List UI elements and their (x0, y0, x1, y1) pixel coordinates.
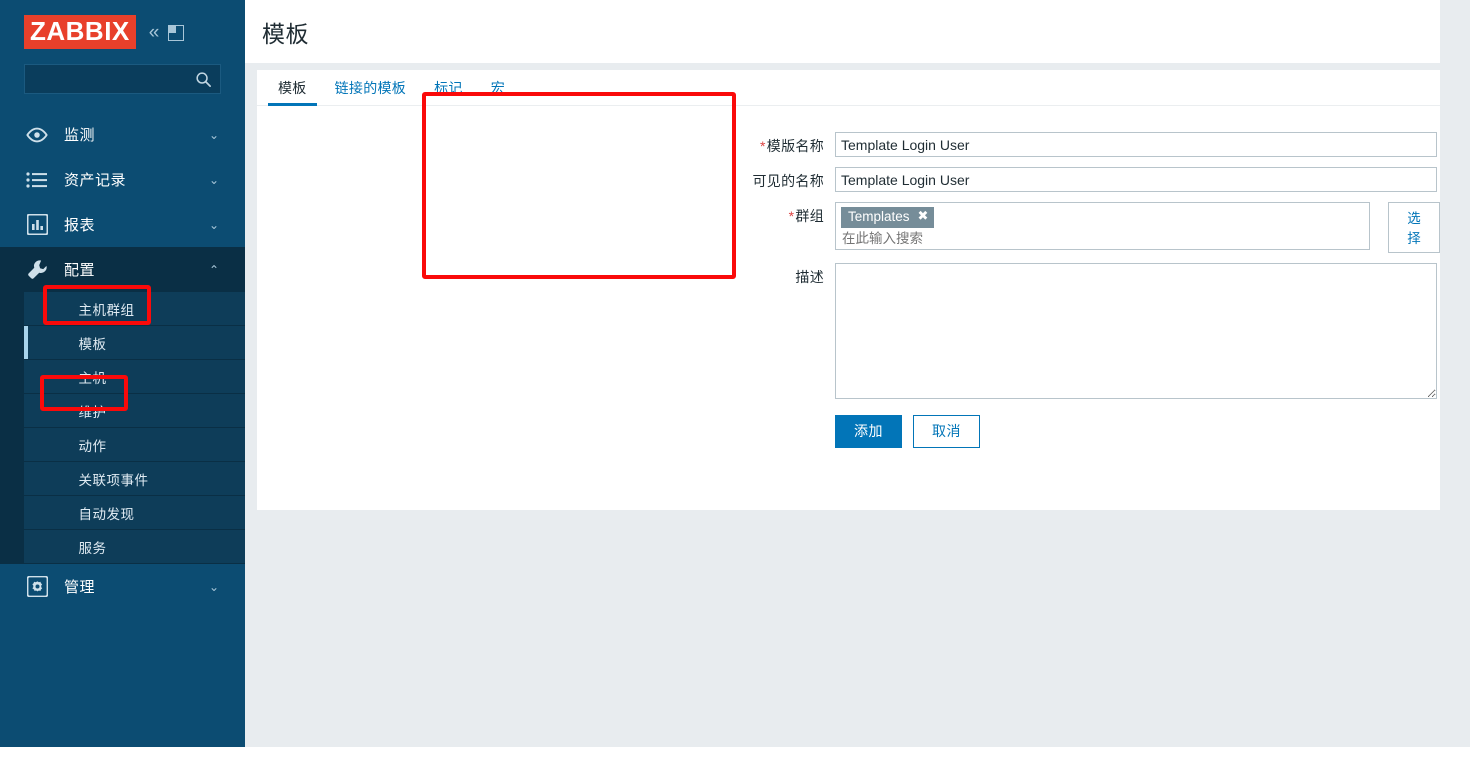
sidebar-subitem-maintenance[interactable]: 维护 (24, 394, 245, 428)
page-header: 模板 (245, 0, 1440, 63)
label-visible-name: 可见的名称 (257, 167, 835, 191)
sidebar-item-label: 配置 (64, 262, 96, 279)
sidebar-subitem-label: 模板 (78, 336, 107, 352)
sidebar-submenu-configuration: 主机群组 模板 主机 维护 动作 关联项事件 自动发现 服务 (0, 292, 245, 564)
required-marker: * (760, 138, 766, 154)
add-button[interactable]: 添加 (835, 415, 902, 448)
expand-panel-icon[interactable] (168, 24, 185, 41)
description-textarea[interactable] (835, 263, 1437, 399)
label-description: 描述 (257, 263, 835, 287)
bar-chart-icon (24, 212, 50, 238)
groups-search-input[interactable] (841, 230, 1365, 246)
zabbix-logo[interactable]: ZABBIX (24, 15, 136, 49)
groups-multiselect[interactable]: Templates ✖ (835, 202, 1371, 250)
sidebar-item-label: 资产记录 (64, 172, 127, 189)
field-row-groups: *群组 Templates ✖ 选择 (257, 202, 1440, 253)
chevron-double-left-icon[interactable]: « (149, 23, 160, 42)
eye-icon (24, 122, 50, 148)
chevron-down-icon: ⌄ (208, 127, 219, 142)
cancel-button[interactable]: 取消 (913, 415, 980, 448)
sidebar-subitem-discovery[interactable]: 自动发现 (24, 496, 245, 530)
close-icon[interactable]: ✖ (918, 208, 929, 224)
tab-tags[interactable]: 标记 (424, 78, 473, 105)
sidebar-logo-row: ZABBIX « (0, 10, 245, 54)
wrench-icon (24, 257, 50, 283)
field-row-template-name: *模版名称 (257, 132, 1440, 157)
sidebar-subitem-label: 关联项事件 (78, 472, 149, 488)
label-groups: *群组 (257, 202, 835, 226)
group-chip-label: Templates (848, 209, 910, 224)
tab-macros[interactable]: 宏 (481, 78, 515, 105)
chevron-down-icon: ⌄ (208, 217, 219, 232)
label-text: 模版名称 (766, 138, 824, 154)
list-icon (24, 167, 50, 193)
sidebar-search-input[interactable] (24, 64, 221, 94)
sidebar-subitem-label: 动作 (78, 438, 107, 454)
sidebar-subitem-label: 服务 (78, 540, 107, 556)
label-text: 可见的名称 (752, 173, 824, 189)
template-name-input[interactable] (835, 132, 1437, 157)
page-title: 模板 (262, 20, 309, 47)
sidebar-item-label: 管理 (64, 579, 96, 596)
sidebar-item-inventory[interactable]: 资产记录 ⌄ (0, 157, 245, 202)
sidebar-item-administration[interactable]: 管理 ⌄ (0, 564, 245, 609)
select-groups-button[interactable]: 选择 (1388, 202, 1440, 253)
sidebar-subitem-label: 自动发现 (78, 506, 135, 522)
tab-template[interactable]: 模板 (268, 78, 317, 106)
required-marker: * (788, 208, 795, 224)
template-form-panel: 模板 链接的模板 标记 宏 *模版名称 可见的名称 (257, 70, 1440, 510)
label-text: 群组 (795, 208, 824, 224)
gear-icon (24, 574, 50, 600)
form-body: *模版名称 可见的名称 *群组 (257, 106, 1440, 448)
sidebar-item-configuration[interactable]: 配置 ⌃ (0, 247, 245, 292)
sidebar-subitem-templates[interactable]: 模板 (24, 326, 245, 360)
form-actions: 添加 取消 (257, 415, 1440, 448)
sidebar-subitem-label: 主机 (78, 370, 107, 386)
label-text: 描述 (795, 269, 824, 285)
group-chip[interactable]: Templates ✖ (841, 207, 935, 228)
zabbix-app-window: ZABBIX « 监测 ⌄ 资产记录 ⌄ 报表 ⌄ 配置 ⌃ 主机群组 模板 主… (0, 0, 1470, 747)
chevron-down-icon: ⌄ (208, 579, 219, 594)
sidebar-item-reports[interactable]: 报表 ⌄ (0, 202, 245, 247)
sidebar-subitem-actions[interactable]: 动作 (24, 428, 245, 462)
sidebar-subitem-label: 主机群组 (78, 302, 135, 318)
main-content: 模板 模板 链接的模板 标记 宏 *模版名称 Template Login Us… (245, 0, 1470, 747)
chevron-down-icon: ⌄ (208, 172, 219, 187)
label-template-name: *模版名称 (257, 132, 835, 156)
page-bottom-strip (0, 747, 1470, 773)
sidebar-subitem-event-correlation[interactable]: 关联项事件 (24, 462, 245, 496)
sidebar-menu: 监测 ⌄ 资产记录 ⌄ 报表 ⌄ 配置 ⌃ 主机群组 模板 主机 维护 动作 关… (0, 112, 245, 609)
sidebar-item-label: 监测 (64, 127, 96, 144)
chevron-up-icon: ⌃ (208, 262, 219, 277)
sidebar-item-label: 报表 (64, 217, 96, 234)
sidebar-subitem-services[interactable]: 服务 (24, 530, 245, 564)
field-row-description: 描述 (257, 263, 1440, 399)
tab-linked-templates[interactable]: 链接的模板 (325, 78, 417, 105)
sidebar-subitem-host-groups[interactable]: 主机群组 (24, 292, 245, 326)
visible-name-input[interactable] (835, 167, 1437, 192)
form-tabs: 模板 链接的模板 标记 宏 (257, 70, 1440, 106)
search-icon (196, 71, 211, 87)
sidebar-item-monitoring[interactable]: 监测 ⌄ (0, 112, 245, 157)
sidebar-subitem-label: 维护 (78, 404, 107, 420)
sidebar: ZABBIX « 监测 ⌄ 资产记录 ⌄ 报表 ⌄ 配置 ⌃ 主机群组 模板 主… (0, 0, 245, 747)
field-row-visible-name: 可见的名称 (257, 167, 1440, 192)
sidebar-subitem-hosts[interactable]: 主机 (24, 360, 245, 394)
